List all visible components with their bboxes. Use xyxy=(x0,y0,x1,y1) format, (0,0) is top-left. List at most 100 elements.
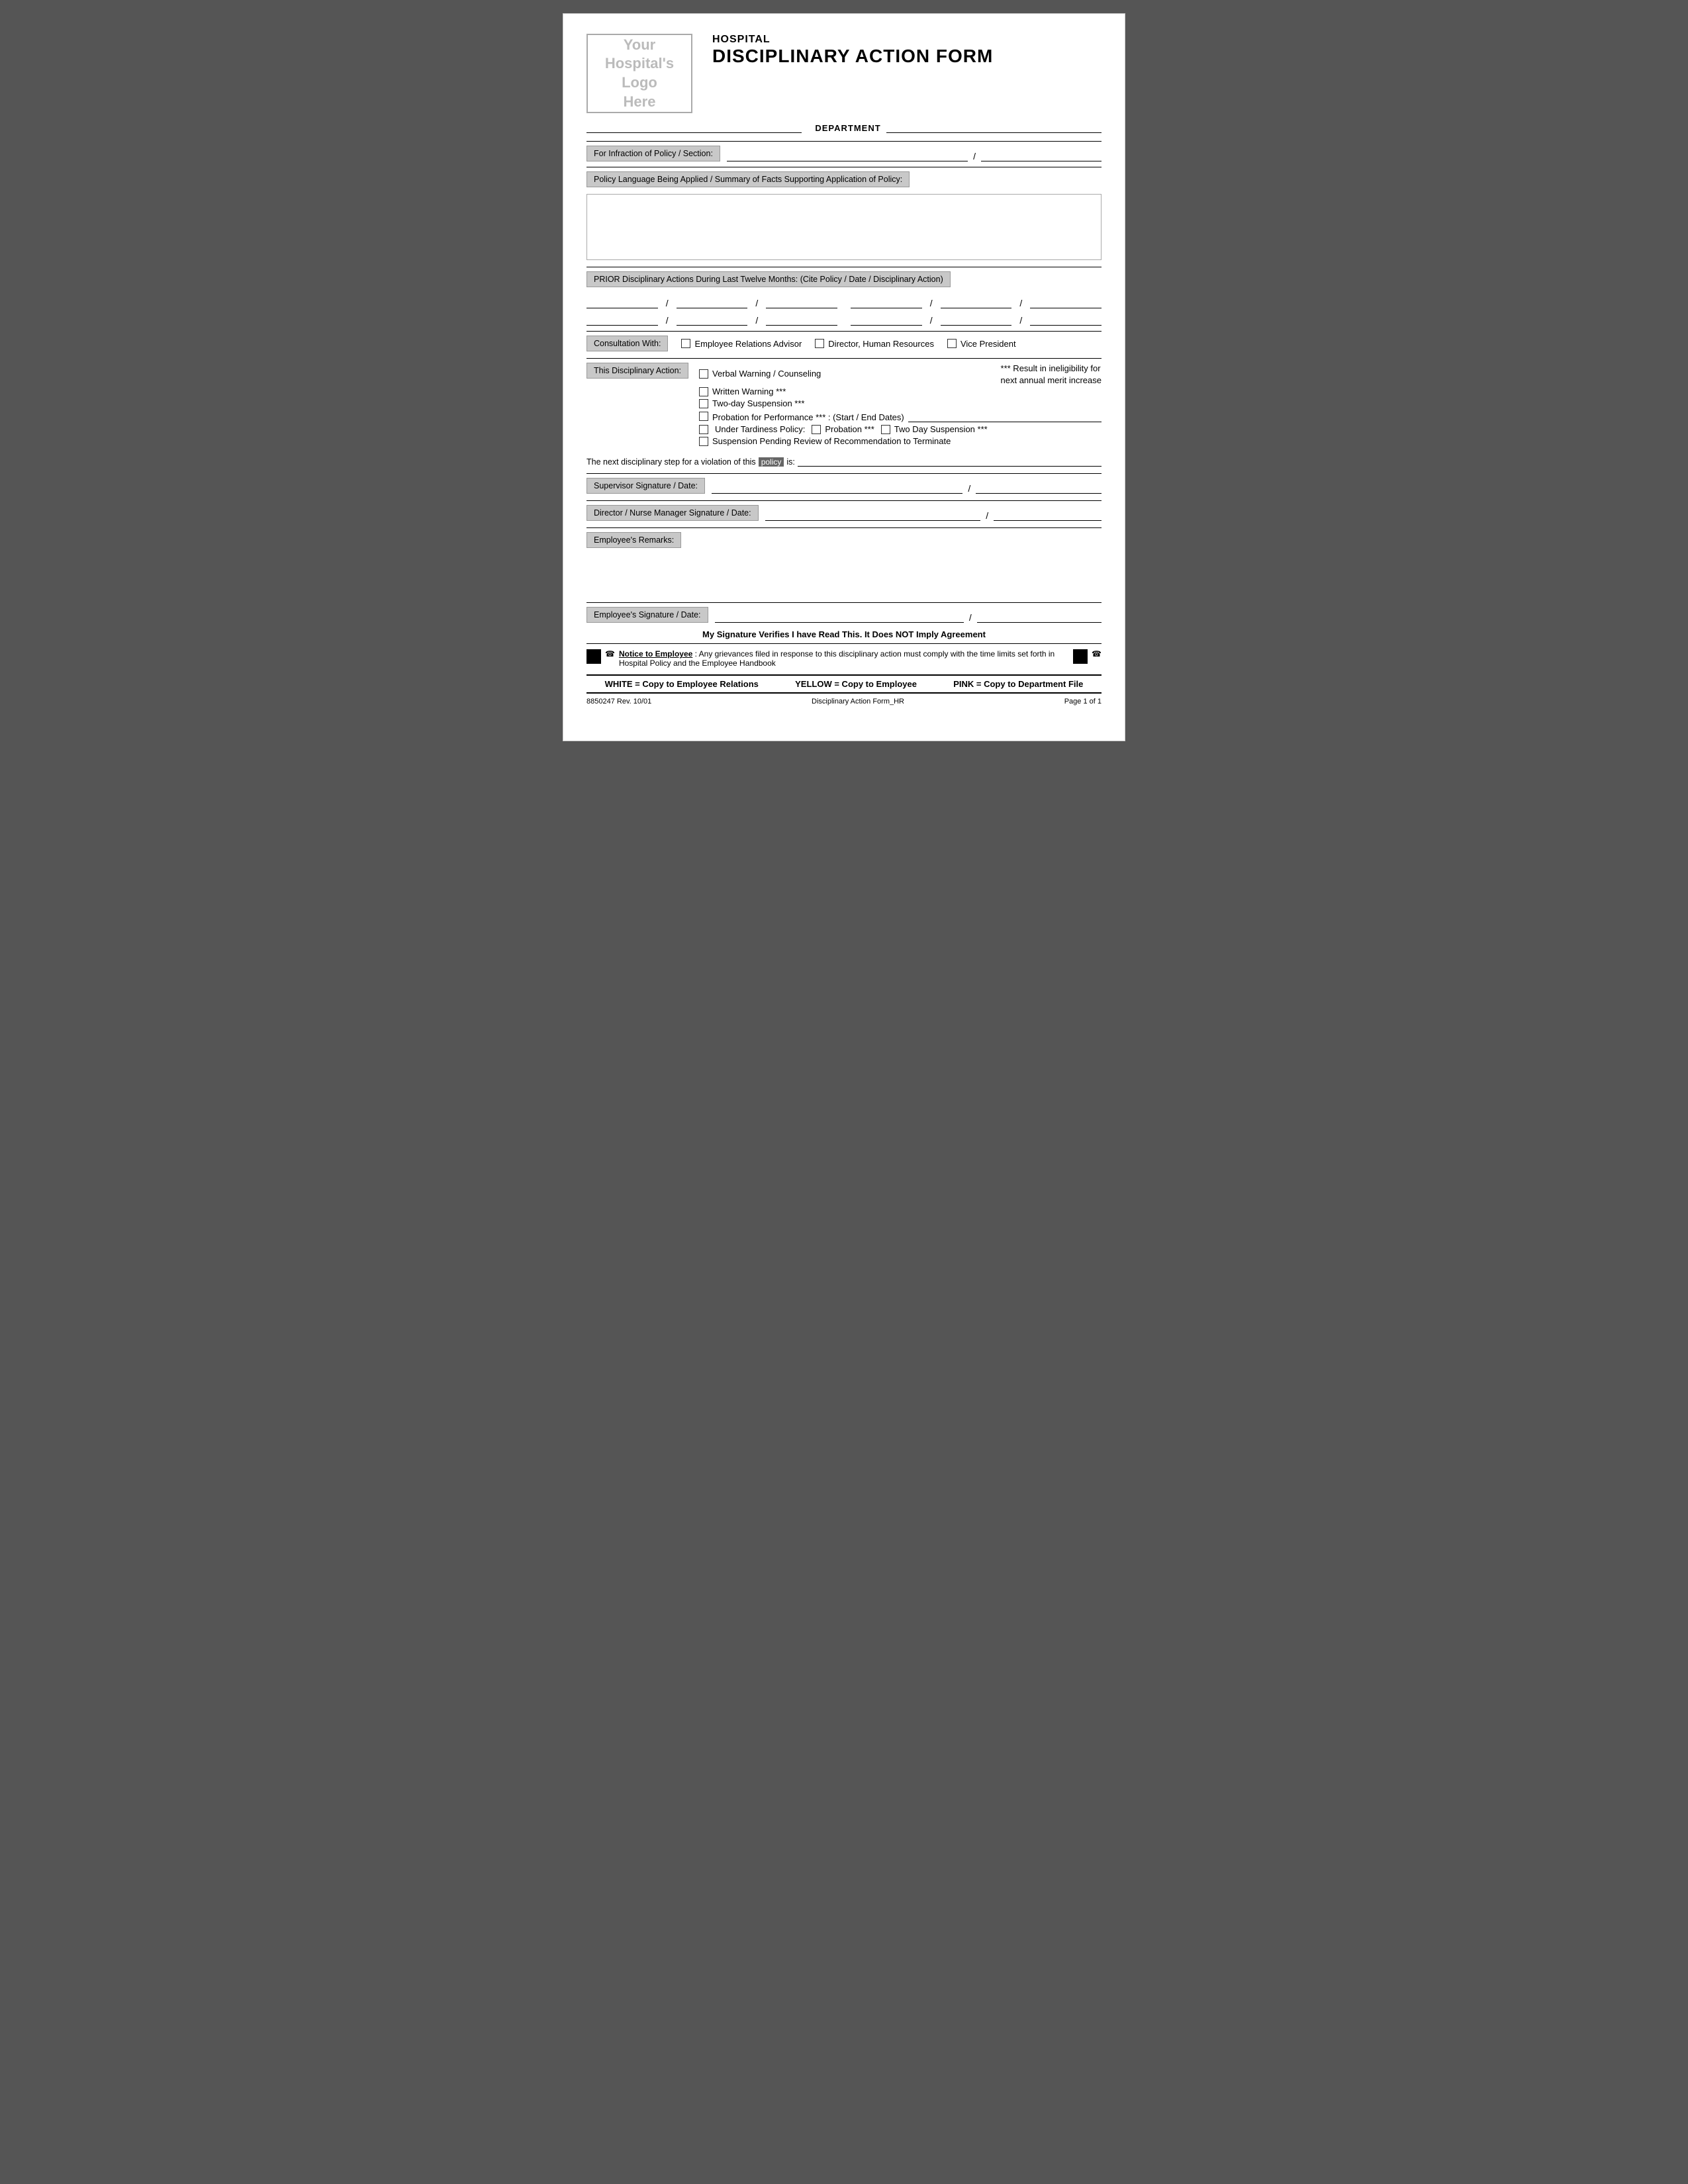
prior-col-2: / / xyxy=(851,295,1102,308)
copy-yellow-bold: YELLOW xyxy=(795,679,832,689)
infraction-line[interactable] xyxy=(727,148,968,161)
consult-option-3: Vice President xyxy=(961,339,1016,349)
consult-option-2: Director, Human Resources xyxy=(828,339,934,349)
tardiness-twoday-label: Two Day Suspension *** xyxy=(894,424,988,434)
footer-left: 8850247 Rev. 10/01 xyxy=(586,698,651,705)
name-line[interactable] xyxy=(586,120,802,133)
divider-9 xyxy=(586,602,1102,603)
checkbox-tardiness-twoday: Two Day Suspension *** xyxy=(881,424,988,434)
emp-date-line[interactable] xyxy=(977,610,1102,623)
document-page: Your Hospital's Logo Here HOSPITAL DISCI… xyxy=(563,13,1125,741)
disc-verbal-label: Verbal Warning / Counseling xyxy=(712,369,821,379)
checkbox-vp-box[interactable] xyxy=(947,339,957,348)
checkbox-tardiness-prob-box[interactable] xyxy=(812,425,821,434)
emp-sig-row: Employee's Signature / Date: / xyxy=(586,607,1102,623)
logo-text: Your Hospital's Logo Here xyxy=(605,36,674,111)
supervisor-sig-row: Supervisor Signature / Date: / xyxy=(586,478,1102,494)
infraction-row: For Infraction of Policy / Section: / xyxy=(586,146,1102,161)
director-label: Director / Nurse Manager Signature / Dat… xyxy=(586,505,759,521)
header: Your Hospital's Logo Here HOSPITAL DISCI… xyxy=(586,34,1102,113)
disc-row-tardiness: Under Tardiness Policy: Probation *** Tw… xyxy=(699,424,1102,434)
policy-section: Policy Language Being Applied / Summary … xyxy=(586,171,1102,260)
copy-pink-bold: PINK xyxy=(953,679,974,689)
consult-row: Consultation With: Employee Relations Ad… xyxy=(586,336,1102,351)
disc-section: This Disciplinary Action: Verbal Warning… xyxy=(586,363,1102,448)
copy-white-bold: WHITE xyxy=(605,679,633,689)
supervisor-date-line[interactable] xyxy=(976,480,1102,494)
copy-white: WHITE = Copy to Employee Relations xyxy=(605,679,759,689)
disc-twoday-label: Two-day Suspension *** xyxy=(712,398,804,408)
footer-right: Page 1 of 1 xyxy=(1064,698,1102,705)
checkbox-verbal[interactable] xyxy=(699,369,708,379)
result-note-line2: next annual merit increase xyxy=(1001,375,1102,387)
next-step-line[interactable] xyxy=(798,453,1102,467)
disc-suspension-label: Suspension Pending Review of Recommendat… xyxy=(712,436,951,446)
director-sig-line[interactable] xyxy=(765,508,981,521)
copy-pink: PINK = Copy to Department File xyxy=(953,679,1083,689)
notice-label: Notice to Employee xyxy=(619,649,692,659)
checkbox-tardiness[interactable] xyxy=(699,425,708,434)
policy-text-area[interactable] xyxy=(586,194,1102,260)
checkbox-tardiness-twoday-box[interactable] xyxy=(881,425,890,434)
consult-option-1: Employee Relations Advisor xyxy=(694,339,802,349)
phone-icon-2: ☎ xyxy=(1092,649,1102,659)
emp-sig-label: Employee's Signature / Date: xyxy=(586,607,708,623)
checkbox-vp: Vice President xyxy=(947,339,1016,349)
disc-label-col: This Disciplinary Action: xyxy=(586,363,699,448)
disc-tardiness-label: Under Tardiness Policy: xyxy=(715,424,805,434)
department-row: DEPARTMENT xyxy=(586,120,1102,133)
next-step-suffix: is: xyxy=(786,457,795,467)
hospital-label: HOSPITAL xyxy=(712,34,993,46)
remarks-label: Employee's Remarks: xyxy=(586,532,681,548)
disc-label: This Disciplinary Action: xyxy=(586,363,688,379)
slash-1: / xyxy=(973,151,976,161)
footer-center: Disciplinary Action Form_HR xyxy=(812,698,904,705)
disc-options-col: Verbal Warning / Counseling *** Result i… xyxy=(699,363,1102,448)
probation-dates-line[interactable] xyxy=(908,410,1102,422)
checkbox-suspension[interactable] xyxy=(699,437,708,446)
divider-5 xyxy=(586,358,1102,359)
remarks-area[interactable] xyxy=(586,551,1102,597)
infraction-short-line[interactable] xyxy=(981,148,1102,161)
infraction-label: For Infraction of Policy / Section: xyxy=(586,146,720,161)
prior-col-3: / / xyxy=(586,312,837,326)
divider-10 xyxy=(586,643,1102,644)
checkbox-tardiness-probation: Probation *** xyxy=(812,424,874,434)
prior-section: PRIOR Disciplinary Actions During Last T… xyxy=(586,271,1102,326)
prior-lines-row2: / / / / xyxy=(586,312,1102,326)
remarks-section: Employee's Remarks: xyxy=(586,532,1102,597)
title-block: HOSPITAL DISCIPLINARY ACTION FORM xyxy=(712,34,993,67)
disc-written-label: Written Warning *** xyxy=(712,387,786,396)
notice-row: ☎ Notice to Employee : Any grievances fi… xyxy=(586,649,1102,668)
prior-lines-row1: / / / / xyxy=(586,295,1102,308)
divider-8 xyxy=(586,527,1102,528)
next-step-prefix: The next disciplinary step for a violati… xyxy=(586,457,756,467)
divider-6 xyxy=(586,473,1102,474)
logo-box: Your Hospital's Logo Here xyxy=(586,34,692,113)
disc-row-suspension: Suspension Pending Review of Recommendat… xyxy=(699,436,1102,446)
checkbox-employee-relations-box[interactable] xyxy=(681,339,690,348)
checkbox-twoday[interactable] xyxy=(699,399,708,408)
disc-row-written: Written Warning *** xyxy=(699,387,1102,396)
dept-line[interactable] xyxy=(886,120,1102,133)
checkbox-probation[interactable] xyxy=(699,412,708,421)
result-note: *** Result in ineligibility for next ann… xyxy=(1001,363,1102,387)
policy-label: Policy Language Being Applied / Summary … xyxy=(586,171,910,187)
checkbox-director-hr: Director, Human Resources xyxy=(815,339,934,349)
copy-footer: WHITE = Copy to Employee Relations YELLO… xyxy=(586,674,1102,694)
dept-label: DEPARTMENT xyxy=(815,123,880,133)
emp-sig-line[interactable] xyxy=(715,610,964,623)
disc-row-verbal: Verbal Warning / Counseling *** Result i… xyxy=(699,363,1102,387)
sig-verify: My Signature Verifies I have Read This. … xyxy=(586,629,1102,639)
divider-1 xyxy=(586,141,1102,142)
supervisor-sig-line[interactable] xyxy=(712,480,962,494)
checkbox-director-hr-box[interactable] xyxy=(815,339,824,348)
notice-black-square-1 xyxy=(586,649,601,664)
divider-4 xyxy=(586,331,1102,332)
consult-label: Consultation With: xyxy=(586,336,668,351)
director-date-line[interactable] xyxy=(994,508,1102,521)
prior-label: PRIOR Disciplinary Actions During Last T… xyxy=(586,271,951,287)
supervisor-label: Supervisor Signature / Date: xyxy=(586,478,705,494)
checkbox-written[interactable] xyxy=(699,387,708,396)
checkbox-employee-relations: Employee Relations Advisor xyxy=(681,339,802,349)
